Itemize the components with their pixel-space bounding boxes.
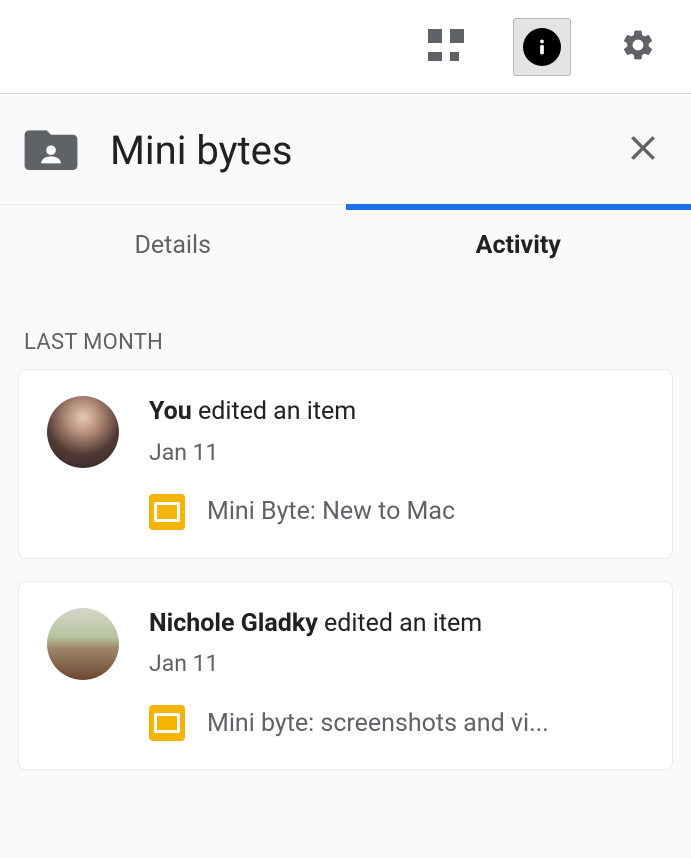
tab-activity[interactable]: Activity [346, 205, 691, 286]
panel-header: Mini bytes [0, 94, 691, 204]
folder-title: Mini bytes [110, 127, 587, 174]
activity-description: Nichole Gladky edited an item [149, 608, 650, 641]
slides-icon [149, 705, 185, 741]
grid-view-button[interactable] [417, 18, 475, 76]
tab-details[interactable]: Details [0, 205, 346, 286]
grid-icon [428, 29, 464, 65]
file-name: Mini Byte: New to Mac [207, 497, 455, 526]
activity-body: You edited an item Jan 11 Mini Byte: New… [149, 396, 650, 530]
activity-description: You edited an item [149, 396, 650, 429]
activity-body: Nichole Gladky edited an item Jan 11 Min… [149, 608, 650, 742]
file-link[interactable]: Mini byte: screenshots and vi... [149, 705, 650, 741]
close-icon [627, 149, 659, 168]
activity-date: Jan 11 [149, 439, 650, 466]
activity-action: edited an item [318, 609, 482, 638]
settings-button[interactable] [609, 18, 667, 76]
file-name: Mini byte: screenshots and vi... [207, 709, 549, 738]
section-header-last-month: LAST MONTH [0, 286, 691, 369]
shared-folder-icon [24, 126, 78, 174]
top-toolbar [0, 0, 691, 94]
activity-action: edited an item [192, 397, 356, 426]
file-link[interactable]: Mini Byte: New to Mac [149, 494, 650, 530]
info-panel-button[interactable] [513, 18, 571, 76]
activity-actor: Nichole Gladky [149, 609, 318, 638]
activity-date: Jan 11 [149, 650, 650, 677]
close-button[interactable] [619, 124, 667, 176]
activity-item: You edited an item Jan 11 Mini Byte: New… [18, 369, 673, 559]
activity-item: Nichole Gladky edited an item Jan 11 Min… [18, 581, 673, 771]
slides-icon [149, 494, 185, 530]
gear-icon [620, 27, 656, 67]
avatar [47, 396, 119, 468]
info-icon [523, 28, 561, 66]
tab-bar: Details Activity [0, 204, 691, 286]
avatar [47, 608, 119, 680]
activity-actor: You [149, 397, 192, 426]
